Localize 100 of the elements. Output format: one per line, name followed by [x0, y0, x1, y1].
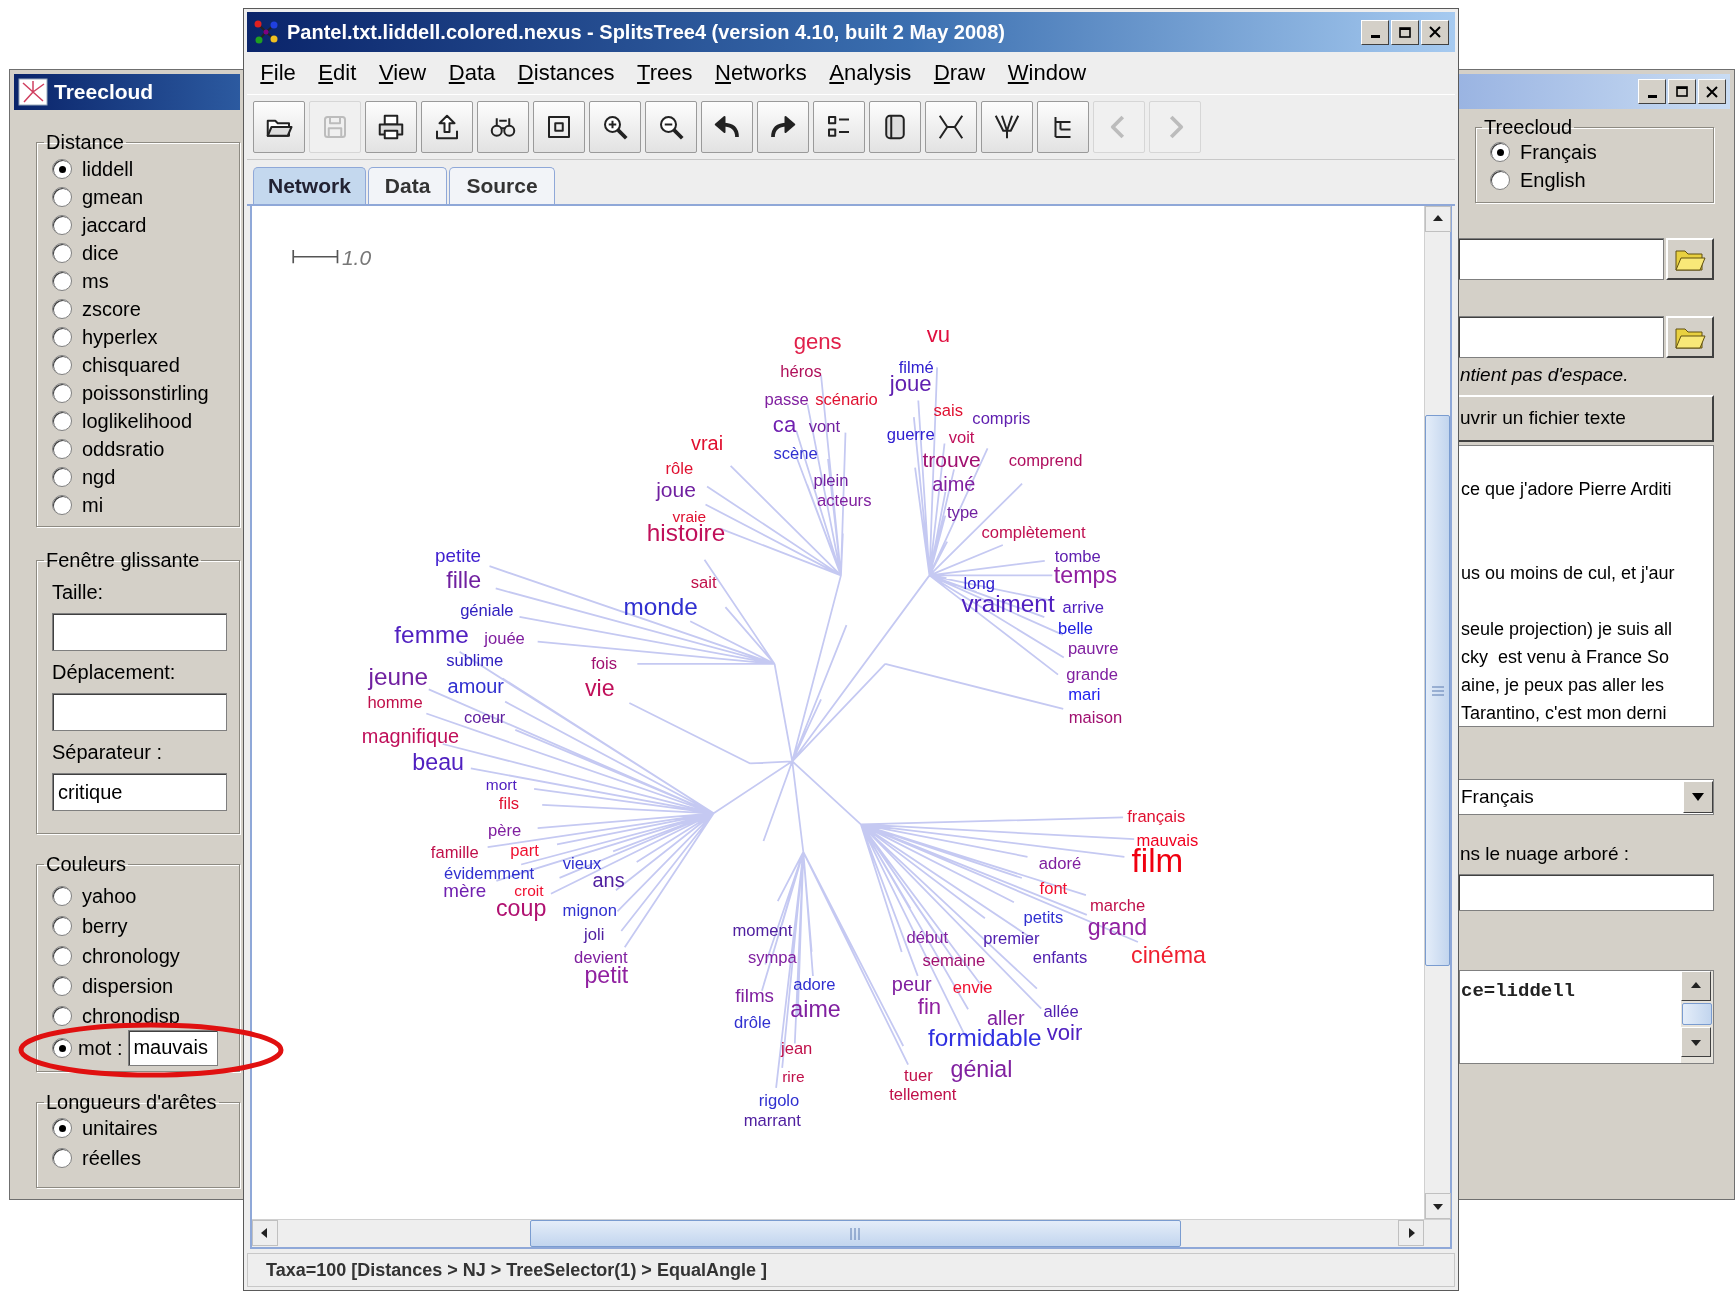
cloud-word: font [1039, 879, 1068, 898]
radio-label: gmean [82, 185, 144, 210]
input-field[interactable]: critique [52, 773, 227, 811]
menu-item[interactable]: Draw [922, 58, 997, 88]
radio-button[interactable] [52, 946, 72, 966]
input-field[interactable] [52, 613, 227, 651]
menu-item[interactable]: Data [437, 58, 507, 88]
toolbar-button[interactable] [813, 101, 865, 153]
radio-button[interactable] [52, 1006, 72, 1026]
toolbar-button[interactable] [533, 101, 585, 153]
radio-button[interactable] [52, 976, 72, 996]
radio-button[interactable] [52, 1148, 72, 1168]
radio-button[interactable] [52, 299, 72, 319]
radio-button[interactable] [52, 1038, 72, 1058]
radio-button[interactable] [52, 1118, 72, 1138]
vertical-scrollbar[interactable] [1424, 206, 1450, 1219]
minimize-button[interactable] [1638, 79, 1666, 104]
close-button[interactable] [1421, 19, 1449, 45]
toolbar-button[interactable] [477, 101, 529, 153]
toolbar-button[interactable] [365, 101, 417, 153]
scroll-up-button[interactable] [1425, 206, 1451, 232]
input-field[interactable] [1459, 238, 1664, 280]
toolbar-button[interactable] [589, 101, 641, 153]
radio-button[interactable] [52, 439, 72, 459]
status-bar: Taxa=100 [Distances > NJ > TreeSelector(1) > EqualAngle ] [247, 1253, 1455, 1287]
cloud-word: drôle [734, 1012, 771, 1032]
cloud-word: type [947, 502, 979, 522]
menu-item[interactable]: Trees [625, 58, 704, 88]
input-field[interactable]: mauvais [128, 1030, 219, 1066]
menu-item[interactable]: Networks [703, 58, 819, 88]
cloud-word: homme [367, 693, 423, 713]
radio-button[interactable] [52, 271, 72, 291]
close-icon [1429, 26, 1441, 38]
group-label: Longueurs d'arêtes [45, 1091, 218, 1113]
grip-icon [1430, 685, 1445, 696]
radio-button[interactable] [52, 467, 72, 487]
toolbar-button[interactable] [925, 101, 977, 153]
cloud-word: adoré [1038, 853, 1082, 873]
menu-item[interactable]: Distances [506, 58, 626, 88]
radio-button[interactable] [52, 383, 72, 403]
radio-button[interactable] [52, 215, 72, 235]
scroll-thumb[interactable] [1682, 1003, 1712, 1025]
cloud-word: mari [1068, 685, 1101, 705]
toolbar-button[interactable] [869, 101, 921, 153]
tab[interactable]: Network [253, 167, 366, 204]
folder-button[interactable] [1666, 238, 1714, 280]
toolbar-button[interactable] [981, 101, 1033, 153]
toolbar-button[interactable] [421, 101, 473, 153]
menu-item[interactable]: Edit [307, 58, 368, 88]
language-dropdown[interactable]: Français [1459, 779, 1714, 815]
tab[interactable]: Data [367, 167, 448, 204]
radio-label: poissonstirling [82, 381, 209, 406]
radio-button[interactable] [52, 355, 72, 375]
input-field[interactable] [52, 693, 227, 731]
text-area[interactable]: ce que j'adore Pierre Arditi us ou moins de cul, et j'aur seule projection) je suis all cky est venu à France So aine, je peux pas aller les Tarantino, c'est mon derni [1459, 445, 1714, 727]
cloud-word: jouée [484, 628, 525, 648]
radio-label: zscore [82, 297, 141, 322]
dropdown-arrow-button[interactable] [1683, 781, 1713, 813]
radio-button[interactable] [52, 916, 72, 936]
cloud-word: vrai [691, 431, 724, 454]
input-field[interactable] [1459, 874, 1714, 911]
toolbar-button[interactable] [701, 101, 753, 153]
radio-label: jaccard [82, 213, 147, 238]
radio-button[interactable] [52, 495, 72, 515]
toolbar-button[interactable] [253, 101, 305, 153]
maximize-button[interactable] [1391, 19, 1419, 45]
input-field[interactable] [1459, 316, 1664, 358]
horizontal-scrollbar[interactable] [252, 1219, 1450, 1247]
toolbar-button[interactable] [645, 101, 697, 153]
cloud-word: rôle [665, 458, 694, 478]
radio-button[interactable] [1490, 170, 1510, 190]
scroll-right-button[interactable] [1398, 1220, 1424, 1246]
maximize-button[interactable] [1668, 79, 1696, 104]
radio-button[interactable] [52, 243, 72, 263]
radio-button[interactable] [52, 411, 72, 431]
radio-button[interactable] [52, 159, 72, 179]
radio-button[interactable] [52, 886, 72, 906]
log-text-area[interactable]: ce=liddell [1459, 970, 1714, 1064]
scroll-thumb[interactable] [530, 1220, 1181, 1247]
cloud-word: aimé [932, 472, 976, 495]
toolbar-button[interactable] [757, 101, 809, 153]
folder-button[interactable] [1666, 316, 1714, 358]
tab[interactable]: Source [449, 167, 555, 204]
window-title: Treecloud [54, 79, 154, 106]
vertical-scrollbar[interactable] [1681, 971, 1713, 1063]
cloud-word: vie [584, 675, 615, 702]
close-button[interactable] [1698, 79, 1726, 104]
radio-button[interactable] [1490, 142, 1510, 162]
menu-item[interactable]: Window [996, 58, 1098, 88]
open-file-button[interactable]: uvrir un fichier texte [1459, 395, 1714, 442]
scroll-down-button[interactable] [1425, 1193, 1451, 1219]
minimize-button[interactable] [1361, 19, 1389, 45]
menu-item[interactable]: Analysis [818, 58, 923, 88]
menu-item[interactable]: View [367, 58, 438, 88]
toolbar-button[interactable] [1037, 101, 1089, 153]
radio-button[interactable] [52, 327, 72, 347]
scroll-thumb[interactable] [1425, 414, 1450, 967]
radio-button[interactable] [52, 187, 72, 207]
scroll-left-button[interactable] [252, 1220, 278, 1246]
menu-item[interactable]: File [249, 58, 308, 88]
